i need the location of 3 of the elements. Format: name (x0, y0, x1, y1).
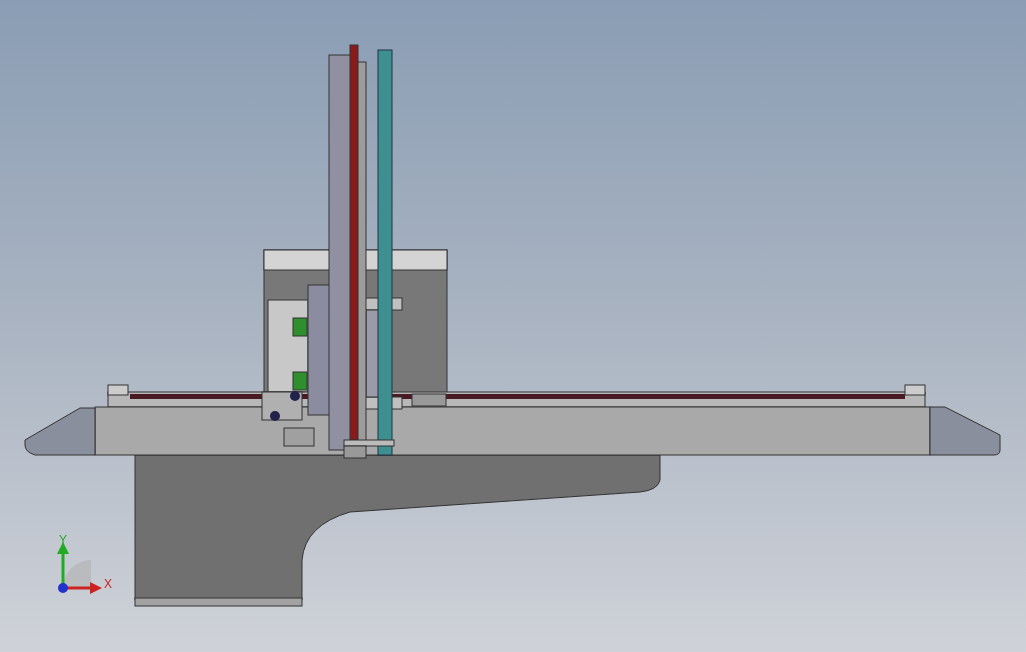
x-axis-label: X (104, 577, 112, 591)
y-axis-label: Y (59, 533, 67, 547)
axis-triad-drawing (57, 542, 102, 594)
